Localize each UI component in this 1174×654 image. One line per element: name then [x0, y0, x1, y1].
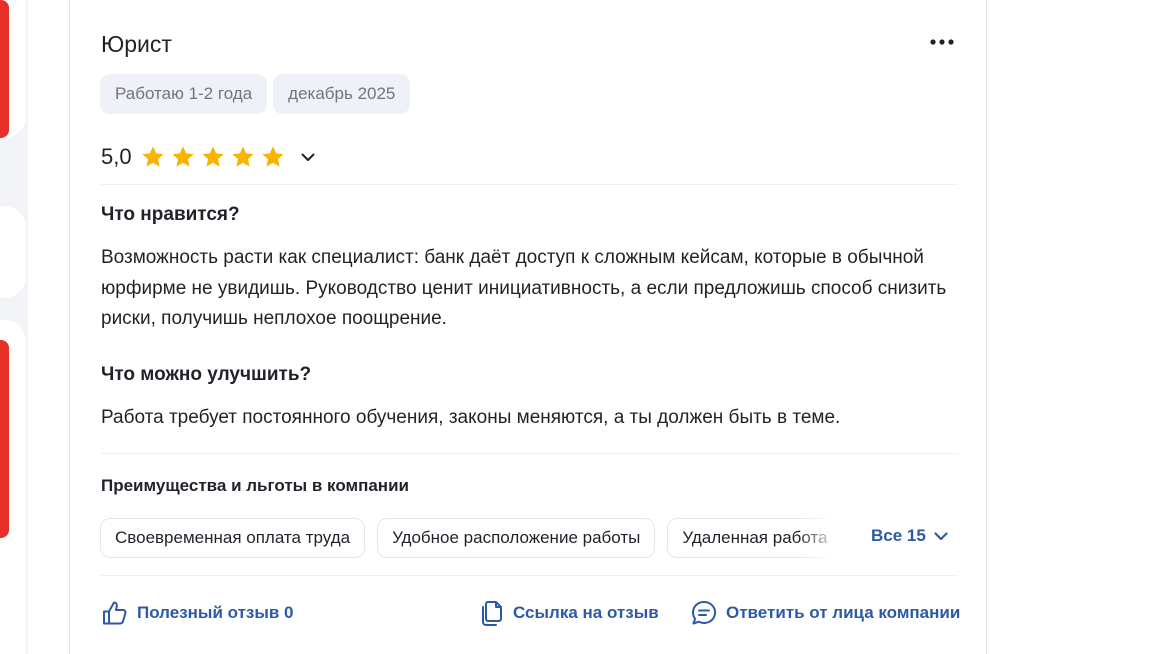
improve-text: Работа требует постоянного обучения, зак…: [101, 407, 841, 428]
thumbs-up-icon: [103, 601, 127, 625]
rating: 5,0: [101, 140, 320, 174]
likes-text: Возможность расти как специалист: банк д…: [101, 247, 947, 329]
all-benefits-label: Все 15: [871, 526, 926, 545]
date-tag: декабрь 2025: [273, 74, 411, 114]
divider: [101, 184, 958, 185]
rating-value: 5,0: [101, 144, 132, 169]
improve-heading: Что можно улучшить?: [101, 364, 312, 385]
star-icon: [201, 146, 224, 167]
review-title: Юрист: [101, 31, 172, 57]
likes-heading: Что нравится?: [101, 204, 240, 225]
useful-review-button[interactable]: Полезный отзыв 0: [101, 597, 294, 629]
page: Юрист Работаю 1-2 года декабрь 2025 5,0 …: [0, 0, 1174, 654]
chevron-down-icon: [301, 153, 315, 161]
reply-as-company-button[interactable]: Ответить от лица компании: [690, 597, 960, 629]
benefit-chips: Своевременная оплата труда Удобное распо…: [100, 518, 828, 558]
star-icon: [141, 146, 164, 167]
star-icon: [171, 146, 194, 167]
benefit-chip[interactable]: Удобное расположение работы: [377, 518, 656, 558]
all-benefits-button[interactable]: Все 15: [871, 526, 948, 546]
benefit-chip[interactable]: Своевременная оплата труда: [100, 518, 366, 558]
divider: [101, 575, 958, 576]
chevron-down-icon: [934, 531, 948, 540]
star-icon: [231, 146, 254, 167]
divider: [101, 453, 958, 454]
rating-expand-button[interactable]: [296, 145, 320, 169]
red-accent-bar: [0, 0, 9, 138]
copy-link-icon: [482, 601, 502, 626]
rating-stars: [140, 144, 286, 170]
star-icon: [261, 146, 284, 167]
useful-review-label: Полезный отзыв 0: [137, 603, 294, 622]
adjacent-card: [0, 206, 26, 298]
benefits-title: Преимущества и льготы в компании: [101, 476, 409, 495]
chat-bubble-icon: [692, 600, 717, 625]
chips-fade: [798, 516, 838, 560]
review-link-label: Ссылка на отзыв: [513, 603, 659, 622]
red-accent-bar: [0, 340, 9, 538]
more-dots-icon: [930, 39, 954, 45]
review-link-button[interactable]: Ссылка на отзыв: [479, 597, 659, 629]
review-tags: Работаю 1-2 года декабрь 2025: [100, 74, 411, 114]
more-options-button[interactable]: [926, 28, 958, 56]
experience-tag: Работаю 1-2 года: [100, 74, 268, 114]
reply-as-company-label: Ответить от лица компании: [726, 603, 961, 622]
